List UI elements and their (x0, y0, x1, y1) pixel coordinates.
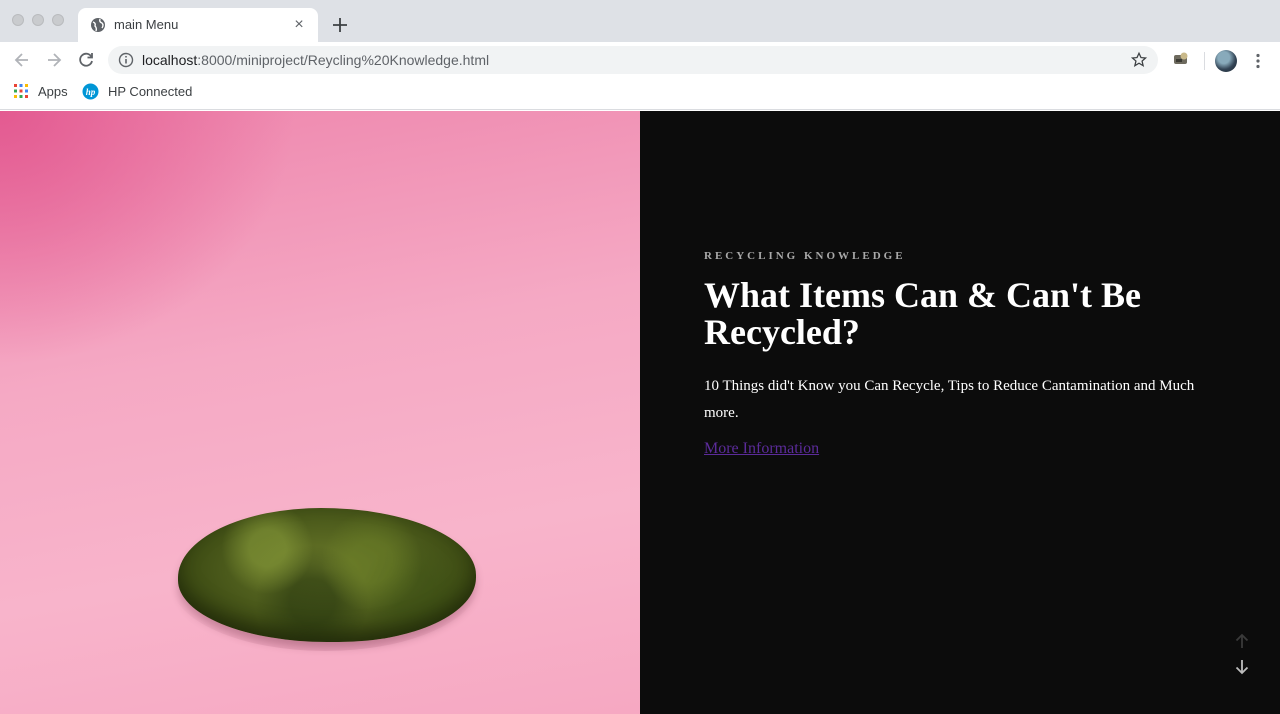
browser-tab[interactable]: main Menu × (78, 8, 318, 42)
bookmark-label: Apps (38, 84, 68, 99)
apps-grid-icon (14, 84, 28, 98)
page-description: 10 Things did't Know you Can Recycle, Ti… (704, 378, 1195, 421)
tab-strip: main Menu × (0, 0, 1280, 42)
back-icon[interactable] (12, 50, 32, 70)
arrow-down-icon[interactable] (1232, 657, 1252, 677)
bookmark-star-icon[interactable] (1130, 51, 1148, 69)
page-title: What Items Can & Can't Be Recycled? (704, 275, 1141, 352)
moss-clump-image (178, 508, 476, 642)
section-kicker: RECYCLING KNOWLEDGE (704, 250, 906, 262)
window-zoom-button[interactable] (52, 14, 64, 26)
bookmarks-bar: Apps hp HP Connected (0, 78, 1280, 110)
reload-icon[interactable] (76, 50, 96, 70)
profile-avatar[interactable] (1215, 50, 1237, 72)
globe-icon (91, 18, 105, 32)
hero-image (0, 111, 640, 714)
url-text: localhost:8000/miniproject/Reycling%20Kn… (142, 52, 489, 68)
svg-text:hp: hp (86, 87, 96, 97)
tab-close-icon[interactable]: × (290, 16, 308, 34)
tab-title: main Menu (114, 17, 179, 32)
browser-toolbar: localhost:8000/miniproject/Reycling%20Kn… (0, 42, 1280, 78)
forward-icon[interactable] (44, 50, 64, 70)
arrow-up-icon[interactable] (1232, 631, 1252, 651)
info-icon[interactable] (118, 52, 134, 68)
extension-icon[interactable] (1172, 50, 1190, 68)
hp-logo-icon: hp (82, 83, 99, 100)
bookmark-apps[interactable]: Apps (14, 84, 74, 104)
more-menu-icon[interactable] (1248, 51, 1268, 71)
bookmark-hp-connected[interactable]: hp HP Connected (82, 83, 202, 104)
bookmark-label: HP Connected (108, 84, 193, 99)
new-tab-icon[interactable] (330, 15, 350, 35)
content-panel: RECYCLING KNOWLEDGE What Items Can & Can… (640, 111, 1280, 714)
toolbar-separator (1204, 52, 1205, 70)
more-information-link[interactable]: More Information (704, 440, 819, 458)
address-bar[interactable]: localhost:8000/miniproject/Reycling%20Kn… (108, 46, 1158, 74)
window-minimize-button[interactable] (32, 14, 44, 26)
window-close-button[interactable] (12, 14, 24, 26)
page-viewport: RECYCLING KNOWLEDGE What Items Can & Can… (0, 111, 1280, 714)
url-path: :8000/miniproject/Reycling%20Knowledge.h… (197, 52, 490, 68)
url-host: localhost (142, 52, 198, 68)
